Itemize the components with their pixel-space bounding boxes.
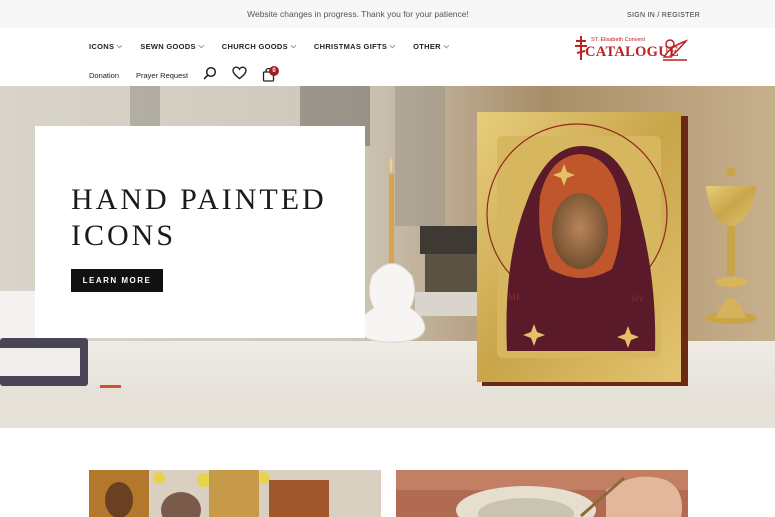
category-tile-icons[interactable] — [89, 470, 381, 517]
nav-item-label: CHRISTMAS GIFTS — [313, 42, 388, 51]
hero-title-line-1: HAND PAINTED — [71, 183, 327, 216]
heart-icon[interactable] — [232, 66, 247, 80]
chevron-down-icon — [116, 42, 123, 48]
site-logo[interactable]: ST. Elisabeth Convent CATALOGUE — [574, 34, 690, 62]
hero-banner: МР ΘΥ HAND PAINTED ICONS LEARN MORE — [0, 86, 775, 428]
nav-item-label: OTHER — [413, 42, 441, 51]
chevron-down-icon — [198, 42, 205, 48]
primary-nav: ICONS SEWN GOODS CHURCH GOODS CHRISTMAS … — [89, 42, 450, 51]
nav-item-sewn-goods[interactable]: SEWN GOODS — [140, 42, 205, 51]
hero-title-line-2: ICONS — [71, 219, 177, 252]
cart-count-badge: 0 — [269, 66, 279, 76]
search-icon[interactable] — [203, 66, 217, 80]
nav-item-label: CHURCH GOODS — [221, 42, 288, 51]
announcement-bar: Website changes in progress. Thank you f… — [0, 0, 775, 28]
chevron-down-icon — [290, 42, 297, 48]
nav-item-church-goods[interactable]: CHURCH GOODS — [221, 42, 297, 51]
category-tile-image — [396, 470, 688, 517]
svg-text:ΘΥ: ΘΥ — [632, 294, 645, 304]
site-header: ICONS SEWN GOODS CHURCH GOODS CHRISTMAS … — [0, 28, 775, 86]
sign-in-register-link[interactable]: SIGN IN / REGISTER — [627, 12, 700, 19]
nav-item-other[interactable]: OTHER — [413, 42, 450, 51]
category-tile-image — [89, 470, 381, 517]
nav-item-christmas-gifts[interactable]: CHRISTMAS GIFTS — [313, 42, 396, 51]
learn-more-button[interactable]: LEARN MORE — [71, 269, 163, 292]
svg-text:МР: МР — [508, 292, 521, 302]
angel-emblem-icon — [662, 39, 689, 61]
hero-text-card: HAND PAINTED ICONS LEARN MORE — [35, 126, 365, 338]
chevron-down-icon — [389, 42, 396, 48]
chevron-down-icon — [443, 42, 450, 48]
nav-item-label: SEWN GOODS — [140, 42, 196, 51]
announcement-text: Website changes in progress. Thank you f… — [247, 9, 469, 19]
hero-title: HAND PAINTED ICONS — [71, 182, 351, 254]
category-tile-workshop[interactable] — [396, 470, 688, 517]
prayer-request-link[interactable]: Prayer Request — [136, 71, 188, 80]
nav-item-icons[interactable]: ICONS — [89, 42, 123, 51]
nav-item-label: ICONS — [89, 42, 115, 51]
logo-tagline: ST. Elisabeth Convent — [591, 37, 646, 43]
donation-link[interactable]: Donation — [89, 71, 119, 80]
